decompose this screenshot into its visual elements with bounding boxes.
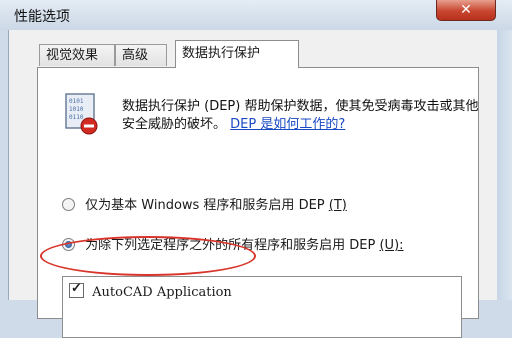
dep-help-link[interactable]: DEP 是如何工作的?: [230, 117, 345, 132]
window-title: 性能选项: [14, 9, 70, 25]
close-button[interactable]: ✕: [436, 0, 496, 21]
svg-text:1010: 1010: [69, 106, 84, 113]
dep-shield-icon: 0101 1010 0110: [65, 93, 98, 135]
exception-program-list[interactable]: AutoCAD Application: [62, 276, 462, 338]
highlight-ellipse: [40, 236, 256, 276]
radio-basic-indicator[interactable]: [62, 198, 75, 211]
radio-basic-programs[interactable]: 仅为基本 Windows 程序和服务启用 DEP (T): [62, 194, 347, 213]
autocad-checkbox[interactable]: [69, 281, 84, 298]
close-icon: ✕: [460, 2, 472, 18]
radio-basic-shortcut: (T): [328, 198, 347, 213]
list-item[interactable]: AutoCAD Application: [69, 281, 232, 300]
tab-visual-effects[interactable]: 视觉效果: [39, 44, 115, 66]
svg-text:0101: 0101: [69, 98, 84, 105]
title-bar: 性能选项 ✕: [0, 0, 512, 30]
tab-data-execution-prevention[interactable]: 数据执行保护: [175, 40, 299, 68]
tab-advanced[interactable]: 高级: [115, 44, 167, 66]
dep-description: 数据执行保护 (DEP) 帮助保护数据，使其免受病毒攻击或其他安全威胁的破坏。 …: [122, 98, 482, 134]
radio-all-shortcut: (U):: [379, 238, 404, 253]
svg-text:0110: 0110: [69, 114, 84, 121]
dep-panel: 0101 1010 0110 数据执行保护 (DEP) 帮助保护数据，使其免受病…: [37, 67, 482, 338]
window-frame: [496, 30, 512, 300]
radio-basic-label: 仅为基本 Windows 程序和服务启用 DEP: [85, 198, 325, 213]
autocad-label: AutoCAD Application: [92, 285, 232, 300]
